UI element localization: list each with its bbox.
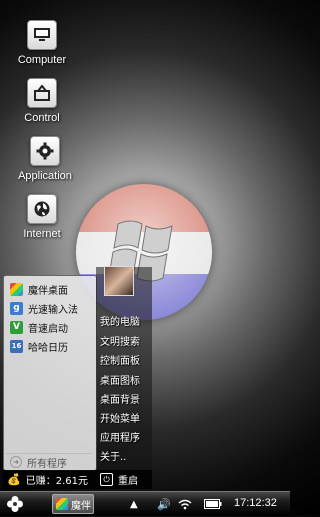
app-item-label: 光速输入法 <box>28 304 78 316</box>
desktop-icon-application[interactable]: Application <box>3 136 87 182</box>
start-flower-icon <box>7 496 23 512</box>
clock: 17:12:32 <box>234 497 277 509</box>
menu-bottom-bar: 💰 已赚：2.61元 ⏻ 重启 <box>3 470 152 489</box>
menu-item-desktop-icons[interactable]: 桌面图标 <box>100 372 140 387</box>
money-bag-icon: 💰 <box>7 473 21 486</box>
desktop-icon-computer[interactable]: Computer <box>0 20 84 66</box>
app-item-input-method[interactable]: g 光速输入法 <box>10 299 78 317</box>
power-icon: ⏻ <box>100 473 113 486</box>
program-list-panel: 魔伴桌面 g 光速输入法 V 音速启动 16 哈哈日历 ➜ 所有程序 <box>3 275 97 471</box>
start-button[interactable] <box>6 495 24 513</box>
globe-icon <box>27 194 57 224</box>
calendar-icon: 16 <box>10 339 23 353</box>
control-icon <box>27 78 57 108</box>
task-button-label: 魔伴 <box>71 500 91 512</box>
restart-button[interactable]: ⏻ 重启 <box>100 472 138 487</box>
menu-item-desktop-background[interactable]: 桌面背景 <box>100 391 140 406</box>
start-menu: 魔伴桌面 g 光速输入法 V 音速启动 16 哈哈日历 ➜ 所有程序 我的电脑 … <box>3 267 152 489</box>
all-programs-button[interactable]: ➜ 所有程序 <box>6 453 92 470</box>
app-item-calendar[interactable]: 16 哈哈日历 <box>10 337 68 355</box>
battery-icon[interactable] <box>204 492 222 516</box>
arrow-right-icon: ➜ <box>10 456 22 468</box>
app-item-launcher[interactable]: V 音速启动 <box>10 318 68 336</box>
desktop-icon-label: Control <box>24 112 60 124</box>
wifi-icon[interactable] <box>178 492 192 516</box>
desktop-icon-label: Computer <box>17 54 67 66</box>
volume-icon[interactable]: 🔊 <box>157 492 171 516</box>
menu-item-control-panel[interactable]: 控制面板 <box>100 352 140 367</box>
taskbar: 魔伴 ▲ 🔊 17:12:32 <box>0 491 290 516</box>
app-item-label: 音速启动 <box>28 323 68 335</box>
task-button-moban[interactable]: 魔伴 <box>52 494 94 514</box>
moban-desktop-icon <box>10 282 23 296</box>
menu-item-my-computer[interactable]: 我的电脑 <box>100 313 140 328</box>
desktop-icon-label: Internet <box>23 228 61 240</box>
input-method-icon: g <box>10 301 23 315</box>
app-item-label: 哈哈日历 <box>28 342 68 354</box>
all-programs-label: 所有程序 <box>27 458 67 470</box>
menu-item-applications[interactable]: 应用程序 <box>100 429 140 444</box>
launcher-icon: V <box>10 320 23 334</box>
menu-item-about[interactable]: 关于.. <box>100 448 126 463</box>
avatar[interactable] <box>104 266 134 296</box>
menu-item-start-menu[interactable]: 开始菜单 <box>100 410 140 425</box>
desktop-icon-control[interactable]: Control <box>0 78 84 124</box>
app-item-mobanzhuomian[interactable]: 魔伴桌面 <box>10 280 68 298</box>
earned-amount: 已赚：2.61元 <box>25 476 88 487</box>
desktop-icon-internet[interactable]: Internet <box>0 194 84 240</box>
gear-icon <box>30 136 60 166</box>
app-item-label: 魔伴桌面 <box>28 285 68 297</box>
restart-label: 重启 <box>118 476 138 487</box>
tray-up-arrow-icon[interactable]: ▲ <box>130 492 138 516</box>
menu-item-search[interactable]: 文明搜索 <box>100 333 140 348</box>
computer-icon <box>27 20 57 50</box>
moban-icon <box>56 498 68 510</box>
desktop-icon-label: Application <box>18 170 72 182</box>
